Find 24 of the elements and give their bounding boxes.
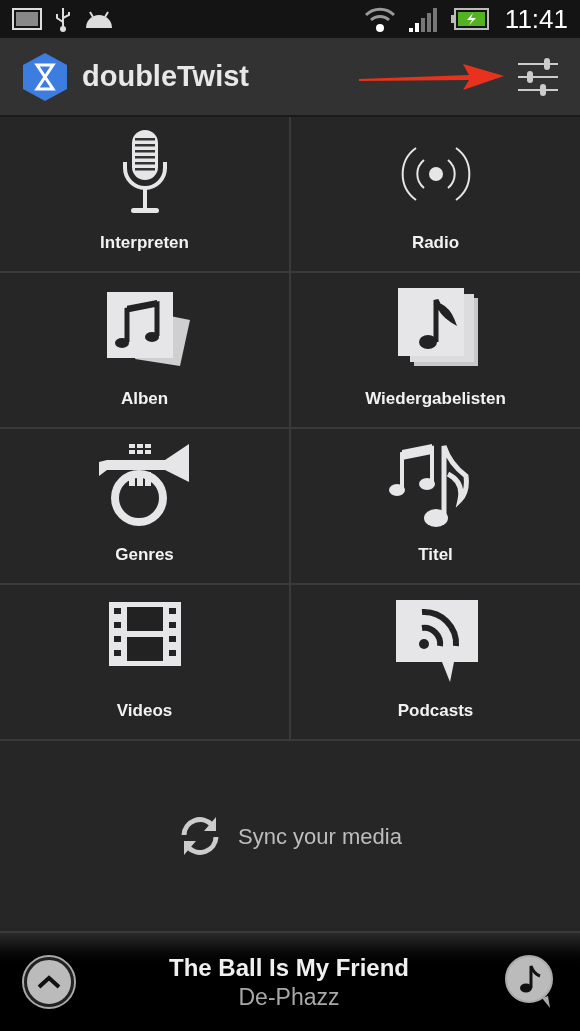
battery-charging-icon: [450, 8, 489, 30]
library-tile[interactable]: Interpreten: [0, 117, 289, 271]
library-tile[interactable]: Alben: [0, 273, 289, 427]
library-tile[interactable]: Titel: [291, 429, 580, 583]
expand-button[interactable]: [24, 957, 74, 1007]
library-tile[interactable]: Podcasts: [291, 585, 580, 739]
app-title: doubleTwist: [82, 58, 249, 94]
wifi-icon: [362, 5, 397, 33]
library-tile[interactable]: Genres: [0, 429, 289, 583]
library-tile[interactable]: Videos: [0, 585, 289, 739]
music-note-bubble-icon: [504, 954, 556, 1010]
library-tile[interactable]: Radio: [291, 117, 580, 271]
image-icon: [12, 8, 42, 30]
track-title: The Ball Is My Friend: [168, 952, 409, 983]
sync-button[interactable]: Sync your media: [178, 815, 402, 857]
track-artist: De-Phazz: [238, 982, 340, 1012]
app-logo-icon: [20, 50, 70, 103]
caret-up-icon: [37, 975, 61, 989]
usb-icon: [54, 6, 72, 32]
library-tile[interactable]: Wiedergabelisten: [291, 273, 580, 427]
now-playing-button[interactable]: [504, 954, 556, 1010]
clock-time: 11:41: [504, 6, 568, 32]
signal-icon: [408, 6, 439, 32]
sliders-icon: [518, 57, 558, 96]
